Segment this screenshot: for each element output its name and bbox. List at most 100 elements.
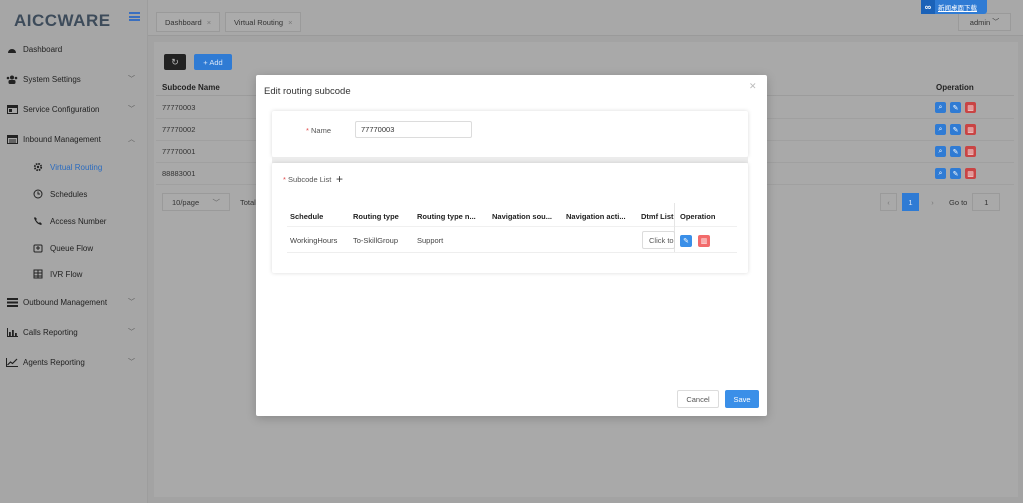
edit-icon[interactable]: ✎ (950, 124, 961, 135)
column-header-operation: Operation (680, 212, 716, 221)
cancel-button[interactable]: Cancel (677, 390, 719, 408)
column-header-operation: Operation (936, 83, 974, 92)
sidebar-item-dashboard[interactable]: Dashboard (0, 38, 147, 60)
row-actions: ⌕ ✎ ▥ (935, 102, 976, 113)
row-actions: ⌕ ✎ ▥ (935, 124, 976, 135)
chevron-down-icon: ﹀ (212, 197, 221, 207)
sidebar-item-label: Dashboard (23, 44, 63, 54)
download-badge-label: 新闻桌面下载 (938, 5, 977, 12)
name-field-label: * Name (306, 126, 331, 135)
pagination: ‹ 1 › Go to 1 (880, 193, 1001, 211)
chevron-down-icon: ﹀ (128, 299, 135, 306)
queue-icon (32, 243, 44, 253)
sidebar-item-virtual-routing[interactable]: Virtual Routing (0, 156, 147, 178)
tab-dashboard[interactable]: Dashboard × (156, 12, 221, 32)
add-subcode-icon[interactable]: + (336, 172, 343, 186)
required-marker: * (306, 126, 309, 135)
delete-icon[interactable]: ▥ (965, 146, 976, 157)
required-marker: * (283, 175, 286, 184)
dialog-title: Edit routing subcode (264, 86, 351, 97)
inbound-icon (6, 134, 18, 144)
edit-icon[interactable]: ✎ (950, 168, 961, 179)
tab-label: Virtual Routing (234, 17, 284, 27)
phone-icon (32, 216, 44, 226)
page-size-value: 10/page (172, 197, 200, 207)
column-header-subcode-name: Subcode Name (162, 83, 220, 92)
ivr-icon (32, 269, 44, 279)
line-chart-icon (6, 357, 18, 367)
name-label-text: Name (311, 126, 332, 135)
tab-label: Dashboard (165, 17, 202, 27)
sidebar-item-calls-reporting[interactable]: Calls Reporting ﹀ (0, 321, 147, 343)
column-header-schedule: Schedule (290, 212, 324, 221)
subcode-table-header-divider (287, 226, 737, 227)
dtmf-list-button[interactable]: Click to (642, 231, 675, 249)
subcode-name-cell: 77770003 (162, 103, 196, 112)
sidebar-item-schedules[interactable]: Schedules (0, 183, 147, 205)
column-header-navigation-action: Navigation acti... (566, 212, 626, 221)
edit-icon[interactable]: ✎ (950, 146, 961, 157)
user-name: admin (969, 17, 991, 27)
schedule-cell: WorkingHours (290, 236, 338, 245)
download-badge[interactable]: ∞ 新闻桌面下载 (921, 0, 987, 14)
page-size-select[interactable]: 10/page ﹀ (162, 193, 230, 211)
add-button[interactable]: + Add (194, 54, 232, 70)
close-icon[interactable]: ✕ (749, 81, 757, 92)
edit-icon[interactable]: ✎ (950, 102, 961, 113)
goto-page-input[interactable]: 1 (972, 193, 1001, 211)
sidebar-item-access-number[interactable]: Access Number (0, 210, 147, 232)
gear-icon (32, 162, 44, 172)
column-header-routing-type: Routing type (353, 212, 399, 221)
close-icon[interactable]: × (207, 18, 211, 27)
sidebar-item-label: Calls Reporting (23, 327, 78, 337)
dashboard-icon (6, 44, 18, 54)
column-header-dtmf-list: Dtmf List (641, 212, 674, 221)
chevron-down-icon: ﹀ (128, 359, 135, 366)
chevron-down-icon: ﹀ (128, 106, 135, 113)
sidebar-item-system-settings[interactable]: System Settings ﹀ (0, 68, 147, 90)
outbound-icon (6, 297, 18, 307)
chevron-up-icon: ︿ (128, 136, 135, 143)
sidebar-item-inbound-management[interactable]: Inbound Management ︿ (0, 128, 147, 150)
view-icon[interactable]: ⌕ (935, 146, 946, 157)
sidebar-item-queue-flow[interactable]: Queue Flow (0, 237, 147, 259)
app-logo: AICCWARE (14, 11, 111, 30)
page-number-button[interactable]: 1 (902, 193, 919, 211)
service-config-icon (6, 104, 18, 114)
sidebar-item-service-configuration[interactable]: Service Configuration ﹀ (0, 98, 147, 120)
view-icon[interactable]: ⌕ (935, 124, 946, 135)
delete-icon[interactable]: ▥ (965, 168, 976, 179)
sidebar-item-agents-reporting[interactable]: Agents Reporting ﹀ (0, 351, 147, 373)
sidebar-item-ivr-flow[interactable]: IVR Flow (0, 263, 147, 285)
subcode-name-cell: 88883001 (162, 169, 196, 178)
prev-page-button[interactable]: ‹ (880, 193, 897, 211)
edit-subcode-dialog: Edit routing subcode ✕ * Name 77770003 *… (256, 75, 767, 416)
refresh-button[interactable]: ↻ (164, 54, 186, 70)
edit-icon[interactable]: ✎ (680, 235, 692, 247)
sidebar-item-outbound-management[interactable]: Outbound Management ﹀ (0, 291, 147, 313)
routing-type-name-cell: Support (417, 236, 444, 245)
view-icon[interactable]: ⌕ (935, 102, 946, 113)
close-icon[interactable]: × (288, 18, 292, 27)
subcode-label-text: Subcode List (288, 175, 332, 184)
clock-icon (32, 189, 44, 199)
sidebar-item-label: System Settings (23, 74, 81, 84)
sidebar-item-label: Service Configuration (23, 104, 100, 114)
sidebar-item-label: Inbound Management (23, 134, 101, 144)
sidebar-item-label: Queue Flow (50, 243, 94, 253)
row-actions: ⌕ ✎ ▥ (935, 146, 976, 157)
name-input[interactable]: 77770003 (355, 121, 472, 138)
delete-icon[interactable]: ▥ (965, 102, 976, 113)
save-button[interactable]: Save (725, 390, 759, 408)
view-icon[interactable]: ⌕ (935, 168, 946, 179)
delete-icon[interactable]: ▥ (698, 235, 710, 247)
delete-icon[interactable]: ▥ (965, 124, 976, 135)
next-page-button[interactable]: › (924, 193, 941, 211)
tab-virtual-routing[interactable]: Virtual Routing × (225, 12, 302, 32)
user-menu[interactable]: admin ﹀ (958, 13, 1011, 31)
goto-label: Go to (949, 197, 968, 207)
menu-toggle-icon[interactable] (129, 12, 140, 21)
name-section (272, 111, 748, 157)
users-icon (6, 74, 18, 84)
column-header-navigation-source: Navigation sou... (492, 212, 553, 221)
